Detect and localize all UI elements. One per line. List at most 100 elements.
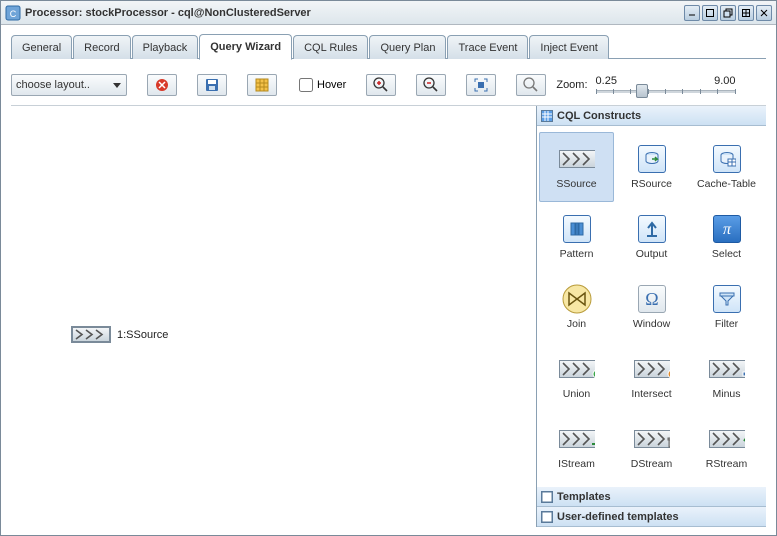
- hover-label: Hover: [317, 79, 346, 91]
- palette-section-user-defined-templates[interactable]: User-defined templates: [537, 507, 766, 527]
- detach-button[interactable]: [738, 5, 754, 21]
- zoom-in-icon: [373, 77, 389, 93]
- tab-trace-event[interactable]: Trace Event: [447, 35, 528, 59]
- palette-item-label: Filter: [715, 318, 738, 330]
- palette-item-label: Pattern: [560, 248, 594, 260]
- pi-icon: π: [709, 214, 745, 244]
- grid-button[interactable]: [247, 74, 277, 96]
- palette-item-label: Minus: [712, 388, 740, 400]
- palette-item-output[interactable]: Output: [614, 202, 689, 272]
- hover-checkbox[interactable]: [299, 78, 313, 92]
- canvas[interactable]: 1:SSource: [11, 106, 536, 527]
- restore-button[interactable]: [720, 5, 736, 21]
- chevrons-icon: [559, 144, 595, 174]
- chevrons-up-g-icon: [709, 424, 745, 454]
- delete-icon: [155, 78, 169, 92]
- zoom-min: 0.25: [596, 75, 617, 87]
- window-title: Processor: stockProcessor - cql@NonClust…: [25, 7, 682, 19]
- canvas-node[interactable]: 1:SSource: [71, 326, 168, 343]
- palette-item-union[interactable]: Union: [539, 342, 614, 412]
- palette-item-label: IStream: [558, 458, 595, 470]
- palette-item-label: Output: [636, 248, 668, 260]
- titlebar: C Processor: stockProcessor - cql@NonClu…: [1, 1, 776, 25]
- window: C Processor: stockProcessor - cql@NonClu…: [0, 0, 777, 536]
- delete-button[interactable]: [147, 74, 177, 96]
- zoom-out-button[interactable]: [416, 74, 446, 96]
- palette-section-title: CQL Constructs: [557, 110, 641, 122]
- palette-item-label: Join: [567, 318, 586, 330]
- zoom-label: Zoom:: [556, 79, 587, 91]
- palette-item-label: RSource: [631, 178, 672, 190]
- zoom-group: Zoom: 0.25 9.00: [556, 75, 735, 95]
- tabs: GeneralRecordPlaybackQuery WizardCQL Rul…: [11, 33, 766, 59]
- filter-icon: [709, 284, 745, 314]
- palette-item-label: Union: [563, 388, 590, 400]
- palette-item-rsource[interactable]: RSource: [614, 132, 689, 202]
- db-grid-icon: [709, 144, 745, 174]
- palette: CQL Constructs SSource RSource Cache-Table P…: [536, 106, 766, 527]
- zoom-thumb[interactable]: [636, 84, 648, 98]
- maximize-button[interactable]: [702, 5, 718, 21]
- tab-cql-rules[interactable]: CQL Rules: [293, 35, 368, 59]
- bars3-icon: [559, 214, 595, 244]
- fit-icon: [474, 78, 488, 92]
- palette-item-filter[interactable]: Filter: [689, 272, 764, 342]
- palette-item-select[interactable]: π Select: [689, 202, 764, 272]
- grid-icon: [255, 78, 269, 92]
- svg-text:π: π: [722, 221, 731, 238]
- palette-item-rstream[interactable]: RStream: [689, 412, 764, 482]
- tab-query-plan[interactable]: Query Plan: [369, 35, 446, 59]
- search-button[interactable]: [516, 74, 546, 96]
- palette-item-ssource[interactable]: SSource: [539, 132, 614, 202]
- bowtie-icon: [559, 284, 595, 314]
- collapsed-icon: [541, 511, 553, 523]
- zoom-in-button[interactable]: [366, 74, 396, 96]
- save-button[interactable]: [197, 74, 227, 96]
- chevron-down-icon: [112, 80, 122, 90]
- chevrons-plus-g-icon: [559, 424, 595, 454]
- palette-item-label: Window: [633, 318, 670, 330]
- zoom-out-icon: [423, 77, 439, 93]
- node-label: 1:SSource: [117, 329, 168, 341]
- chevrons-green-icon: [559, 354, 595, 384]
- palette-item-cache-table[interactable]: Cache-Table: [689, 132, 764, 202]
- palette-item-istream[interactable]: IStream: [539, 412, 614, 482]
- layout-dropdown[interactable]: choose layout..: [11, 74, 127, 96]
- search-icon: [523, 77, 539, 93]
- palette-item-label: DStream: [631, 458, 672, 470]
- palette-section-cql-constructs[interactable]: CQL Constructs: [537, 106, 766, 126]
- svg-text:Ω: Ω: [645, 289, 658, 309]
- arrow-up-icon: [634, 214, 670, 244]
- tab-general[interactable]: General: [11, 35, 72, 59]
- palette-section-templates[interactable]: Templates: [537, 487, 766, 507]
- tab-query-wizard[interactable]: Query Wizard: [199, 34, 292, 60]
- collapsed-icon: [541, 491, 553, 503]
- tab-inject-event[interactable]: Inject Event: [529, 35, 608, 59]
- app-icon: C: [5, 5, 21, 21]
- palette-item-intersect[interactable]: Intersect: [614, 342, 689, 412]
- palette-body: SSource RSource Cache-Table Pattern Output πS…: [537, 126, 766, 487]
- palette-item-label: Cache-Table: [697, 178, 756, 190]
- omega-icon: Ω: [634, 284, 670, 314]
- palette-item-label: Intersect: [631, 388, 671, 400]
- palette-item-join[interactable]: Join: [539, 272, 614, 342]
- close-button[interactable]: [756, 5, 772, 21]
- toolbar: choose layout.. Hover Zoom:: [11, 59, 766, 103]
- palette-item-minus[interactable]: Minus: [689, 342, 764, 412]
- palette-item-dstream[interactable]: DStream: [614, 412, 689, 482]
- minimize-button[interactable]: [684, 5, 700, 21]
- palette-item-window[interactable]: Ω Window: [614, 272, 689, 342]
- hover-toggle[interactable]: Hover: [299, 78, 346, 92]
- main: 1:SSource CQL Constructs SSource RSource Ca…: [11, 105, 766, 527]
- palette-item-pattern[interactable]: Pattern: [539, 202, 614, 272]
- tab-playback[interactable]: Playback: [132, 35, 199, 59]
- chevrons-icon: [71, 326, 111, 343]
- tab-record[interactable]: Record: [73, 35, 130, 59]
- db-arrow-icon: [634, 144, 670, 174]
- chevrons-minus-icon: [709, 354, 745, 384]
- palette-item-label: Select: [712, 248, 741, 260]
- fit-button[interactable]: [466, 74, 496, 96]
- zoom-slider[interactable]: 0.25 9.00: [596, 75, 736, 95]
- palette-item-label: SSource: [556, 178, 596, 190]
- save-icon: [205, 78, 219, 92]
